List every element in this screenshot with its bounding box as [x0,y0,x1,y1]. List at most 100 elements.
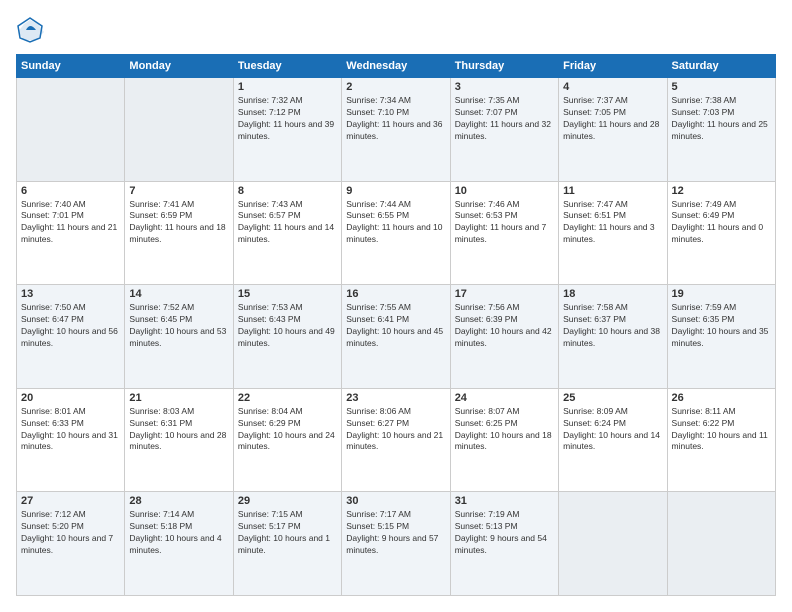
day-info: Sunrise: 7:46 AM Sunset: 6:53 PM Dayligh… [455,199,554,247]
day-number: 7 [129,185,228,197]
day-number: 16 [346,288,445,300]
calendar-cell: 12 Sunrise: 7:49 AM Sunset: 6:49 PM Dayli… [667,181,775,285]
calendar-cell: 5 Sunrise: 7:38 AM Sunset: 7:03 PM Daylig… [667,78,775,182]
day-number: 23 [346,392,445,404]
day-number: 1 [238,81,337,93]
day-number: 4 [563,81,662,93]
calendar-cell: 27 Sunrise: 7:12 AM Sunset: 5:20 PM Dayli… [17,492,125,596]
day-info: Sunrise: 7:56 AM Sunset: 6:39 PM Dayligh… [455,302,554,350]
day-number: 12 [672,185,771,197]
calendar-cell: 15 Sunrise: 7:53 AM Sunset: 6:43 PM Dayli… [233,285,341,389]
calendar-cell [17,78,125,182]
calendar-cell: 4 Sunrise: 7:37 AM Sunset: 7:05 PM Daylig… [559,78,667,182]
calendar-cell: 14 Sunrise: 7:52 AM Sunset: 6:45 PM Dayli… [125,285,233,389]
calendar-cell: 1Sunrise: 7:32 AM Sunset: 7:12 PM Daylig… [233,78,341,182]
calendar-header-row: SundayMondayTuesdayWednesdayThursdayFrid… [17,55,776,78]
day-number: 24 [455,392,554,404]
day-number: 30 [346,495,445,507]
calendar-cell: 19 Sunrise: 7:59 AM Sunset: 6:35 PM Dayli… [667,285,775,389]
day-info: Sunrise: 7:14 AM Sunset: 5:18 PM Dayligh… [129,509,228,557]
calendar-header-thursday: Thursday [450,55,558,78]
calendar-cell: 8 Sunrise: 7:43 AM Sunset: 6:57 PM Daylig… [233,181,341,285]
day-number: 5 [672,81,771,93]
day-number: 14 [129,288,228,300]
calendar-cell [667,492,775,596]
calendar-header-monday: Monday [125,55,233,78]
calendar-week-row: 13 Sunrise: 7:50 AM Sunset: 6:47 PM Dayli… [17,285,776,389]
calendar-header-saturday: Saturday [667,55,775,78]
calendar-cell [559,492,667,596]
day-number: 31 [455,495,554,507]
day-number: 17 [455,288,554,300]
day-info: Sunrise: 8:09 AM Sunset: 6:24 PM Dayligh… [563,406,662,454]
calendar-week-row: 6Sunrise: 7:40 AM Sunset: 7:01 PM Daylig… [17,181,776,285]
day-info: Sunrise: 7:55 AM Sunset: 6:41 PM Dayligh… [346,302,445,350]
calendar-cell: 9Sunrise: 7:44 AM Sunset: 6:55 PM Daylig… [342,181,450,285]
calendar-cell: 10 Sunrise: 7:46 AM Sunset: 6:53 PM Dayli… [450,181,558,285]
day-info: Sunrise: 7:44 AM Sunset: 6:55 PM Dayligh… [346,199,445,247]
calendar-cell: 2 Sunrise: 7:34 AM Sunset: 7:10 PM Daylig… [342,78,450,182]
calendar-header-wednesday: Wednesday [342,55,450,78]
day-number: 8 [238,185,337,197]
calendar-cell: 6Sunrise: 7:40 AM Sunset: 7:01 PM Daylig… [17,181,125,285]
calendar-cell: 21Sunrise: 8:03 AM Sunset: 6:31 PM Dayli… [125,388,233,492]
day-info: Sunrise: 7:17 AM Sunset: 5:15 PM Dayligh… [346,509,445,557]
day-number: 10 [455,185,554,197]
calendar-week-row: 27 Sunrise: 7:12 AM Sunset: 5:20 PM Dayli… [17,492,776,596]
logo [16,16,48,44]
day-number: 13 [21,288,120,300]
calendar-cell: 30 Sunrise: 7:17 AM Sunset: 5:15 PM Dayli… [342,492,450,596]
day-info: Sunrise: 7:58 AM Sunset: 6:37 PM Dayligh… [563,302,662,350]
calendar-week-row: 20 Sunrise: 8:01 AM Sunset: 6:33 PM Dayli… [17,388,776,492]
day-number: 15 [238,288,337,300]
day-number: 26 [672,392,771,404]
day-info: Sunrise: 7:41 AM Sunset: 6:59 PM Dayligh… [129,199,228,247]
day-info: Sunrise: 8:07 AM Sunset: 6:25 PM Dayligh… [455,406,554,454]
day-info: Sunrise: 7:43 AM Sunset: 6:57 PM Dayligh… [238,199,337,247]
day-info: Sunrise: 8:03 AM Sunset: 6:31 PM Dayligh… [129,406,228,454]
day-info: Sunrise: 7:35 AM Sunset: 7:07 PM Dayligh… [455,95,554,143]
day-info: Sunrise: 7:12 AM Sunset: 5:20 PM Dayligh… [21,509,120,557]
calendar-cell: 7 Sunrise: 7:41 AM Sunset: 6:59 PM Daylig… [125,181,233,285]
day-number: 11 [563,185,662,197]
calendar-week-row: 1Sunrise: 7:32 AM Sunset: 7:12 PM Daylig… [17,78,776,182]
day-number: 19 [672,288,771,300]
day-number: 29 [238,495,337,507]
calendar-cell: 26 Sunrise: 8:11 AM Sunset: 6:22 PM Dayli… [667,388,775,492]
calendar-cell: 3 Sunrise: 7:35 AM Sunset: 7:07 PM Daylig… [450,78,558,182]
calendar-header-tuesday: Tuesday [233,55,341,78]
calendar-header-sunday: Sunday [17,55,125,78]
calendar-cell: 18 Sunrise: 7:58 AM Sunset: 6:37 PM Dayli… [559,285,667,389]
day-info: Sunrise: 8:11 AM Sunset: 6:22 PM Dayligh… [672,406,771,454]
calendar-cell: 13 Sunrise: 7:50 AM Sunset: 6:47 PM Dayli… [17,285,125,389]
day-info: Sunrise: 7:34 AM Sunset: 7:10 PM Dayligh… [346,95,445,143]
day-info: Sunrise: 8:01 AM Sunset: 6:33 PM Dayligh… [21,406,120,454]
day-number: 25 [563,392,662,404]
day-number: 28 [129,495,228,507]
day-number: 3 [455,81,554,93]
day-info: Sunrise: 7:37 AM Sunset: 7:05 PM Dayligh… [563,95,662,143]
day-info: Sunrise: 8:04 AM Sunset: 6:29 PM Dayligh… [238,406,337,454]
day-info: Sunrise: 7:59 AM Sunset: 6:35 PM Dayligh… [672,302,771,350]
day-info: Sunrise: 7:19 AM Sunset: 5:13 PM Dayligh… [455,509,554,557]
page: SundayMondayTuesdayWednesdayThursdayFrid… [0,0,792,612]
day-info: Sunrise: 7:49 AM Sunset: 6:49 PM Dayligh… [672,199,771,247]
logo-icon [16,16,44,44]
day-number: 27 [21,495,120,507]
calendar-cell: 17 Sunrise: 7:56 AM Sunset: 6:39 PM Dayli… [450,285,558,389]
day-info: Sunrise: 7:38 AM Sunset: 7:03 PM Dayligh… [672,95,771,143]
day-number: 6 [21,185,120,197]
day-info: Sunrise: 7:50 AM Sunset: 6:47 PM Dayligh… [21,302,120,350]
calendar-cell: 28 Sunrise: 7:14 AM Sunset: 5:18 PM Dayli… [125,492,233,596]
day-info: Sunrise: 7:52 AM Sunset: 6:45 PM Dayligh… [129,302,228,350]
day-number: 18 [563,288,662,300]
day-number: 2 [346,81,445,93]
calendar-cell: 31 Sunrise: 7:19 AM Sunset: 5:13 PM Dayli… [450,492,558,596]
calendar-table: SundayMondayTuesdayWednesdayThursdayFrid… [16,54,776,596]
calendar-cell: 24 Sunrise: 8:07 AM Sunset: 6:25 PM Dayli… [450,388,558,492]
calendar-header-friday: Friday [559,55,667,78]
day-number: 20 [21,392,120,404]
day-info: Sunrise: 7:53 AM Sunset: 6:43 PM Dayligh… [238,302,337,350]
calendar-cell [125,78,233,182]
calendar-cell: 23Sunrise: 8:06 AM Sunset: 6:27 PM Dayli… [342,388,450,492]
